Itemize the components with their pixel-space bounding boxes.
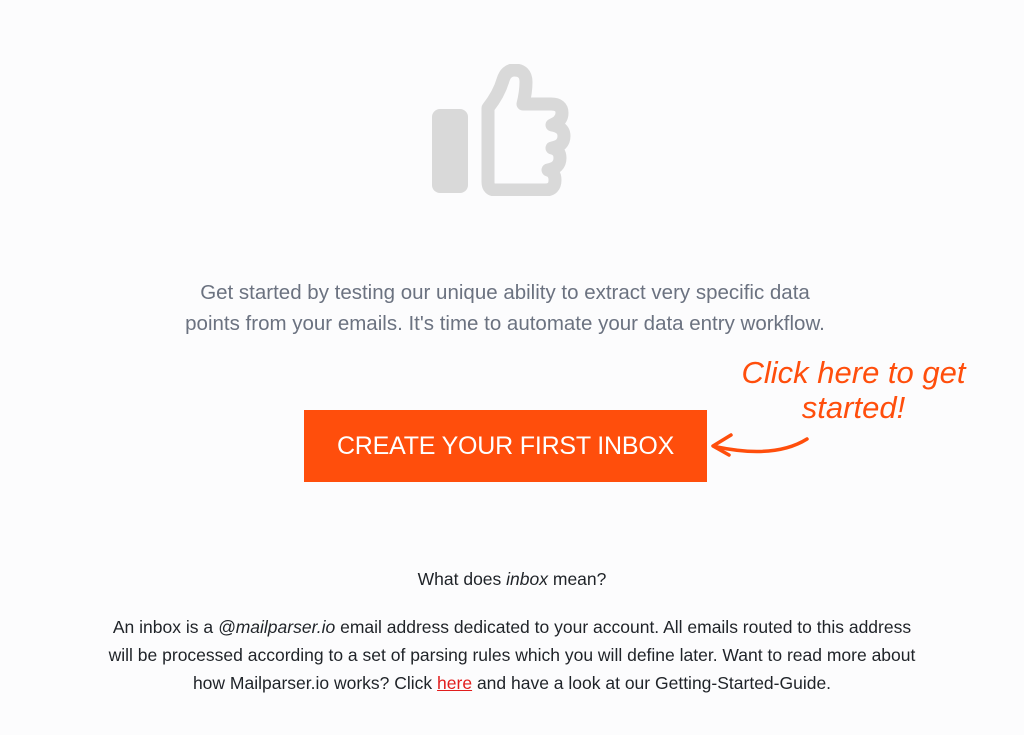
faq-answer-part-1: An inbox is a <box>112 617 218 637</box>
intro-line-2: points from your emails. It's time to au… <box>185 312 825 335</box>
create-first-inbox-button[interactable]: CREATE YOUR FIRST INBOX <box>304 410 707 482</box>
onboarding-page: Get started by testing our unique abilit… <box>0 0 1024 735</box>
faq-answer: An inbox is a @mailparser.io email addre… <box>56 613 968 697</box>
annotation-line-2: started! <box>801 390 906 425</box>
faq-answer-part-2: email address dedicated to your account.… <box>335 617 912 637</box>
arrow-left-icon <box>711 433 809 457</box>
faq-answer-part-3: will be processed according to a set of … <box>108 645 916 665</box>
get-started-annotation: Click here to get started! <box>716 355 991 425</box>
intro-text: Get started by testing our unique abilit… <box>130 277 880 339</box>
getting-started-link[interactable]: here <box>437 673 472 693</box>
faq-question-suffix: mean? <box>548 569 607 589</box>
thumbs-up-icon <box>430 63 580 197</box>
faq-question-term: inbox <box>506 569 548 589</box>
faq-answer-domain: @mailparser.io <box>217 617 336 637</box>
intro-line-1: Get started by testing our unique abilit… <box>200 281 810 304</box>
annotation-line-1: Click here to get <box>741 355 966 390</box>
faq-answer-part-4: how Mailparser.io works? Click <box>192 673 438 693</box>
faq-question: What does inbox mean? <box>0 567 1024 591</box>
faq-answer-part-5: and have a look at our Getting-Started-G… <box>472 673 832 693</box>
faq-question-prefix: What does <box>417 569 507 589</box>
